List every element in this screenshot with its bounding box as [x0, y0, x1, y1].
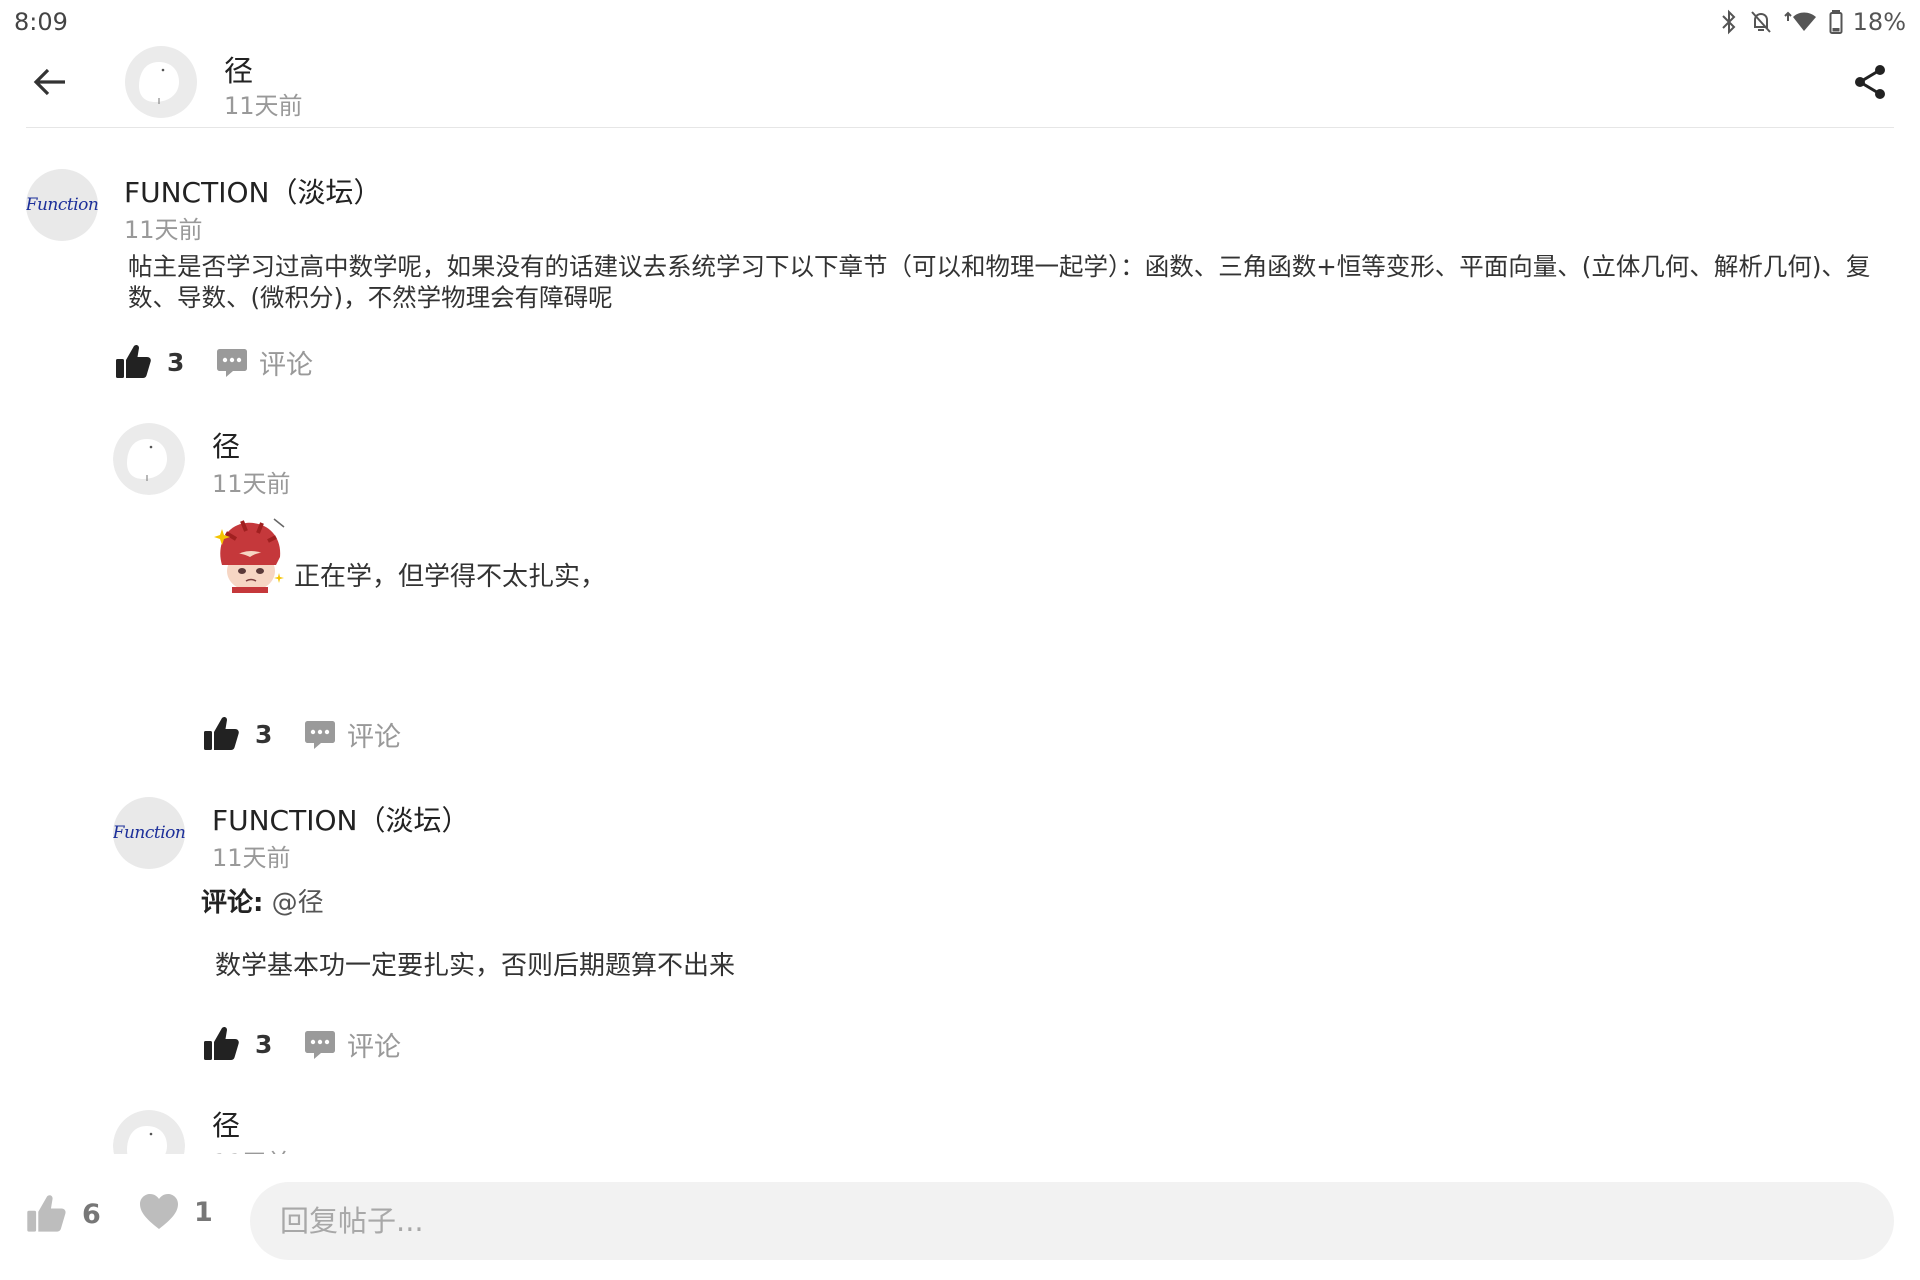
reply-time: 11天前: [212, 844, 291, 872]
status-icons: 18%: [1719, 8, 1906, 36]
reply-author-name[interactable]: 径: [212, 425, 240, 465]
reply-like-count: 3: [255, 1029, 273, 1059]
share-button[interactable]: [1848, 60, 1892, 104]
reply-input[interactable]: [250, 1182, 1894, 1260]
comment-icon[interactable]: [303, 1027, 337, 1061]
back-arrow-icon: [33, 68, 65, 96]
battery-icon: [1829, 10, 1843, 34]
bluetooth-icon: [1721, 9, 1736, 35]
reply-author-name[interactable]: 径: [212, 1104, 240, 1144]
post-content-line-2: 数、导数、(微积分)，不然学物理会有障碍呢: [128, 283, 613, 312]
bottom-favorite-count: 1: [194, 1196, 213, 1228]
thumbs-up-icon[interactable]: [201, 1024, 241, 1064]
status-time: 8:09: [14, 8, 68, 36]
post-actions: 3 评论: [113, 340, 313, 384]
reply-comment-button[interactable]: 评论: [347, 1025, 401, 1064]
thumbs-up-icon: [27, 1195, 66, 1232]
comment-icon[interactable]: [303, 717, 337, 751]
avatar-logo-text: Function: [113, 823, 185, 843]
header-divider: [26, 127, 1894, 128]
avatar-logo-text: Function: [26, 195, 98, 215]
quote-label: 评论:: [201, 888, 264, 918]
reply-author-avatar[interactable]: Function: [113, 797, 185, 869]
post-like-count: 3: [167, 347, 185, 377]
back-button[interactable]: [28, 60, 72, 104]
bottom-bar: 6 1: [0, 1160, 1920, 1280]
post-content-line-1: 帖主是否学习过高中数学呢，如果没有的话建议去系统学习下以下章节（可以和物理一起学…: [128, 252, 1871, 281]
reply-author-avatar[interactable]: [113, 423, 185, 495]
partial-reply: 径 11天前: [0, 1100, 1920, 1154]
post-like-button[interactable]: 6: [24, 1192, 101, 1236]
wifi-icon: [1783, 11, 1816, 31]
reply-actions: 3 评论: [201, 1022, 401, 1066]
comment-icon[interactable]: [215, 345, 249, 379]
reply-content: 数学基本功一定要扎实，否则后期题算不出来: [215, 951, 736, 981]
post-time: 11天前: [124, 216, 203, 244]
anime-sticker: [214, 518, 285, 593]
author-avatar[interactable]: [125, 46, 197, 118]
reply-author-avatar[interactable]: [113, 1110, 185, 1154]
battery-percent: 18%: [1852, 8, 1906, 36]
reply-actions: 3 评论: [201, 712, 401, 756]
header-post-time: 11天前: [224, 92, 303, 120]
reply-time: 11天前: [212, 1143, 291, 1154]
notifications-off-icon: [1750, 11, 1771, 33]
reply-time: 11天前: [212, 470, 291, 498]
favorite-button[interactable]: 1: [138, 1192, 213, 1232]
status-bar: 8:09 18%: [0, 0, 1920, 44]
heart-icon: [140, 1194, 178, 1229]
reply-like-count: 3: [255, 719, 273, 749]
post-author-avatar[interactable]: Function: [26, 169, 98, 241]
reply-quote: 评论: @径: [201, 888, 324, 919]
bottom-like-count: 6: [82, 1198, 101, 1230]
quote-target[interactable]: @径: [272, 888, 324, 918]
thumbs-up-icon[interactable]: [201, 714, 241, 754]
thumbs-up-icon[interactable]: [113, 342, 153, 382]
app-bar: 径 11天前: [0, 44, 1920, 128]
share-icon: [1855, 65, 1885, 99]
post-author-name[interactable]: FUNCTION（淡坛）: [124, 171, 381, 211]
reply-content: 正在学，但学得不太扎实，: [294, 562, 607, 592]
post-comment-button[interactable]: 评论: [259, 343, 313, 382]
reply-author-name[interactable]: FUNCTION（淡坛）: [212, 799, 469, 839]
header-author-name: 径: [224, 54, 254, 88]
reply-comment-button[interactable]: 评论: [347, 715, 401, 754]
